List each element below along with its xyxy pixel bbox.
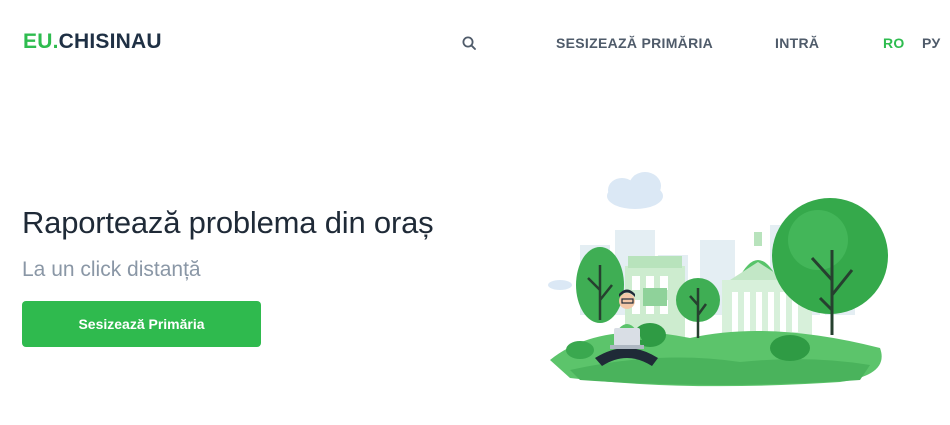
nav-report-link[interactable]: SESIZEAZĂ PRIMĂRIA <box>556 35 713 51</box>
hero-title: Raportează problema din oraș <box>22 205 434 240</box>
lang-ru-link[interactable]: РУ <box>922 35 940 51</box>
logo-prefix: EU. <box>23 30 59 53</box>
nav-login-link[interactable]: INTRĂ <box>775 35 819 51</box>
site-header: EU.CHISINAU SESIZEAZĂ PRIMĂRIA INTRĂ RO … <box>0 0 950 86</box>
report-to-city-hall-button[interactable]: Sesizează Primăria <box>22 301 261 347</box>
logo-name: CHISINAU <box>58 30 162 53</box>
hero-subtitle: La un click distanță <box>22 258 201 281</box>
site-logo[interactable]: EU.CHISINAU <box>23 30 162 54</box>
city-park-illustration <box>540 170 900 390</box>
search-icon[interactable] <box>461 35 479 53</box>
lang-ro-link[interactable]: RO <box>883 35 905 51</box>
